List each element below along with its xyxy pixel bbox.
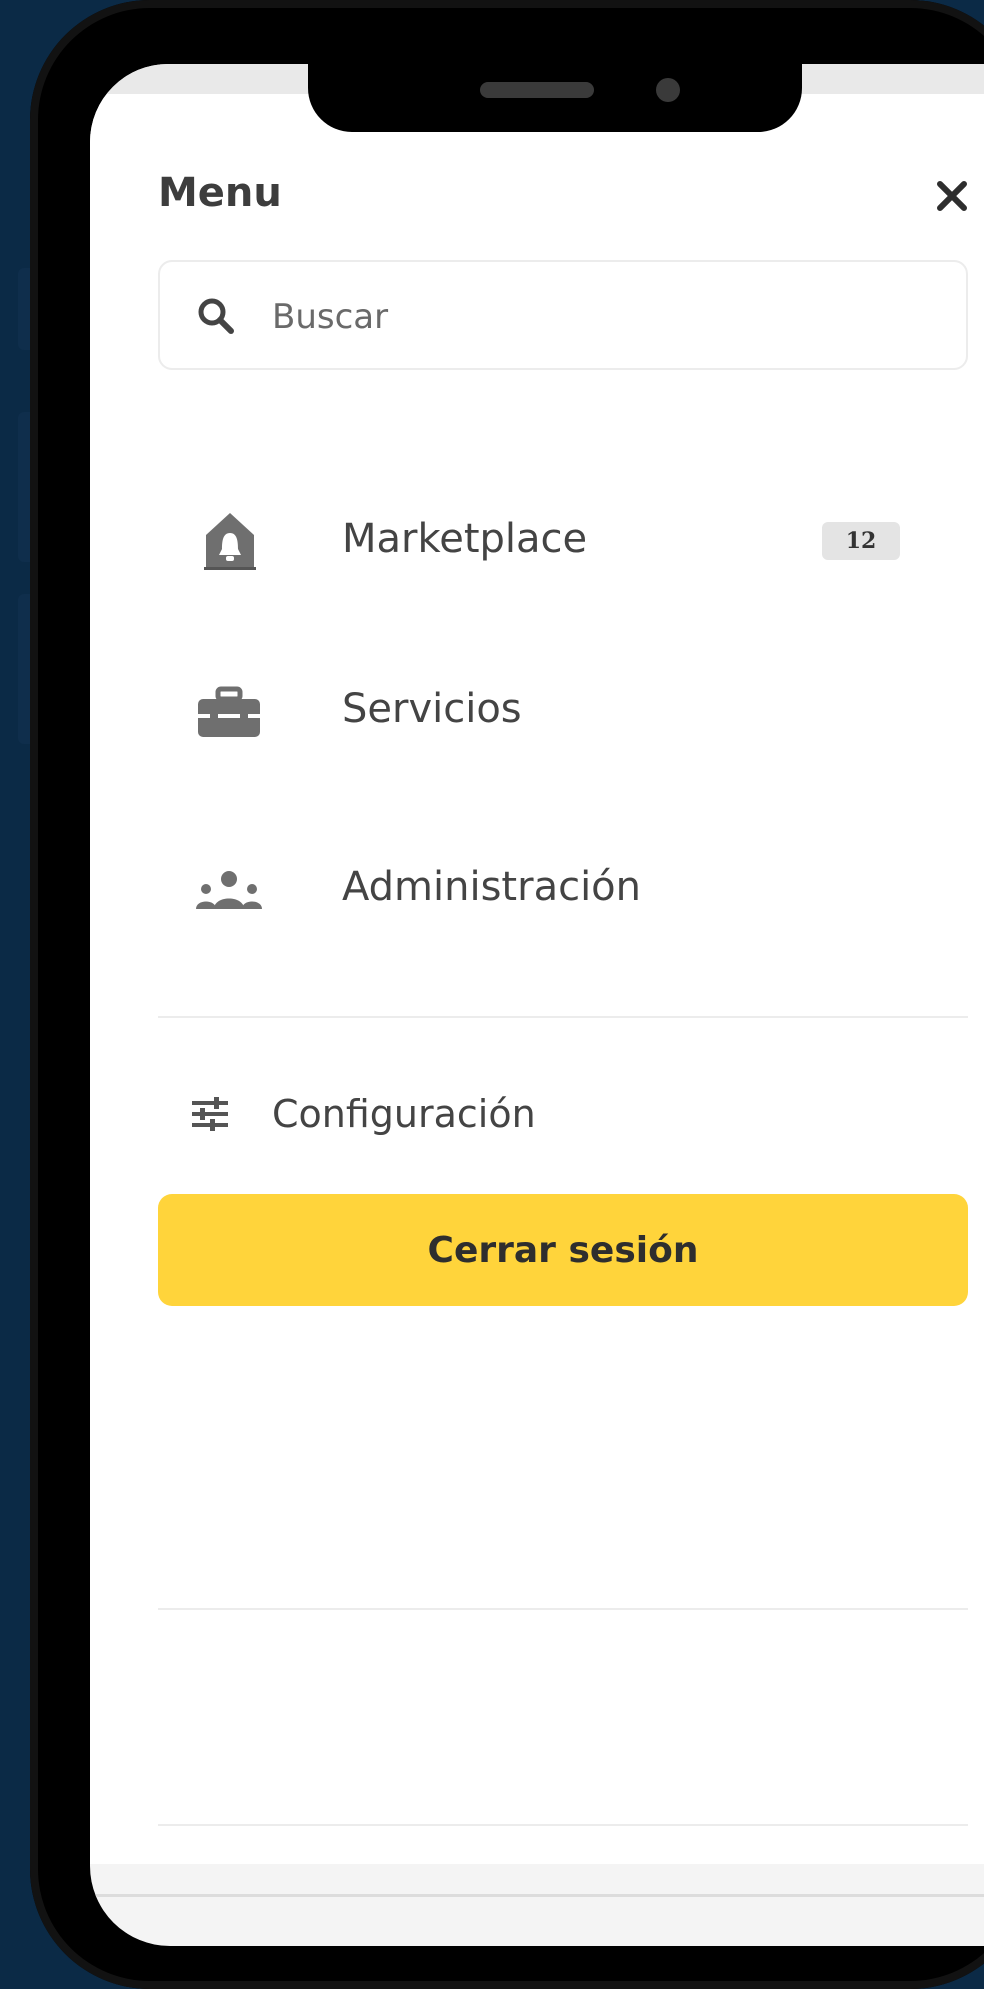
nav-item-configuracion[interactable]: Configuración (190, 1074, 790, 1154)
nav-item-administracion[interactable]: Administración (190, 844, 970, 934)
menu-title: Menu (158, 170, 282, 216)
users-icon (196, 871, 262, 909)
divider (158, 1016, 968, 1018)
front-camera (656, 78, 680, 102)
speaker-grille (480, 82, 594, 98)
nav-item-servicios[interactable]: Servicios (190, 666, 970, 756)
logout-button[interactable]: Cerrar sesión (158, 1194, 968, 1306)
nav-item-label: Administración (342, 864, 642, 910)
bell-house-icon (204, 513, 256, 570)
close-icon[interactable] (934, 178, 970, 214)
nav-item-label: Marketplace (342, 516, 588, 562)
search-input[interactable] (270, 284, 934, 350)
sliders-icon (192, 1097, 228, 1131)
phone-screen: Menu Marketplace 12 (90, 64, 984, 1946)
nav-item-marketplace[interactable]: Marketplace 12 (190, 496, 970, 586)
menu-panel: Menu Marketplace 12 (90, 94, 984, 1864)
settings-label: Configuración (272, 1092, 536, 1136)
phone-notch (308, 64, 802, 132)
nav-item-label: Servicios (342, 686, 522, 732)
divider (158, 1824, 968, 1826)
bottom-divider (90, 1894, 984, 1897)
search-icon (198, 298, 234, 334)
count-badge: 12 (822, 522, 900, 560)
search-box[interactable] (158, 260, 968, 370)
toolbox-icon (198, 686, 260, 737)
divider (158, 1608, 968, 1610)
phone-frame: Menu Marketplace 12 (30, 0, 984, 1989)
